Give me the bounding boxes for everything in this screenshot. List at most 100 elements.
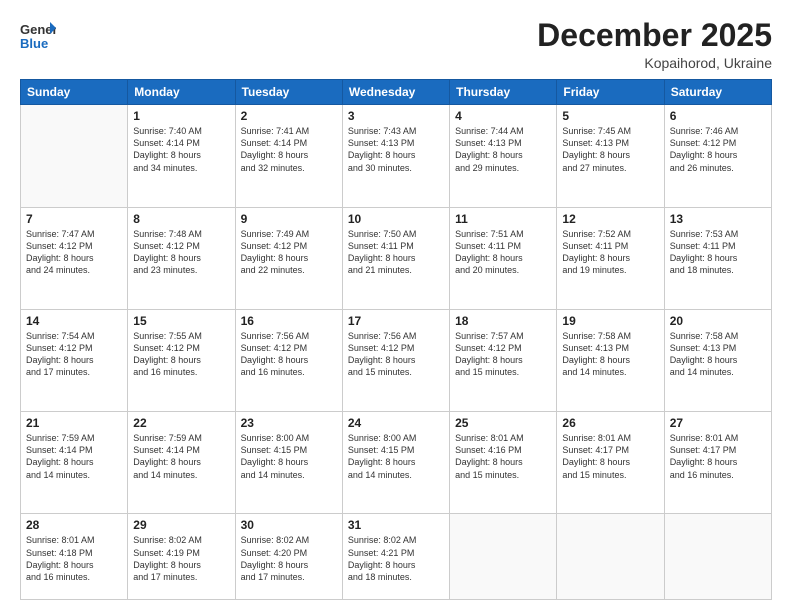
cell-info: Sunrise: 7:52 AM Sunset: 4:11 PM Dayligh… xyxy=(562,228,658,277)
table-row: 28 Sunrise: 8:01 AM Sunset: 4:18 PM Dayli… xyxy=(21,514,128,600)
day-number: 14 xyxy=(26,314,122,328)
cell-info: Sunrise: 8:01 AM Sunset: 4:17 PM Dayligh… xyxy=(562,432,658,481)
table-row: 3 Sunrise: 7:43 AM Sunset: 4:13 PM Daylig… xyxy=(342,105,449,207)
cell-info: Sunrise: 7:50 AM Sunset: 4:11 PM Dayligh… xyxy=(348,228,444,277)
cell-info: Sunrise: 7:45 AM Sunset: 4:13 PM Dayligh… xyxy=(562,125,658,174)
table-row: 18 Sunrise: 7:57 AM Sunset: 4:12 PM Dayli… xyxy=(450,309,557,411)
table-row xyxy=(21,105,128,207)
table-row: 20 Sunrise: 7:58 AM Sunset: 4:13 PM Dayli… xyxy=(664,309,771,411)
table-row: 16 Sunrise: 7:56 AM Sunset: 4:12 PM Dayli… xyxy=(235,309,342,411)
day-number: 24 xyxy=(348,416,444,430)
day-number: 4 xyxy=(455,109,551,123)
day-number: 16 xyxy=(241,314,337,328)
day-number: 8 xyxy=(133,212,229,226)
cell-info: Sunrise: 7:49 AM Sunset: 4:12 PM Dayligh… xyxy=(241,228,337,277)
header-row: Sunday Monday Tuesday Wednesday Thursday… xyxy=(21,80,772,105)
col-monday: Monday xyxy=(128,80,235,105)
cell-info: Sunrise: 7:53 AM Sunset: 4:11 PM Dayligh… xyxy=(670,228,766,277)
page: General Blue December 2025 Kopaihorod, U… xyxy=(0,0,792,612)
table-row: 24 Sunrise: 8:00 AM Sunset: 4:15 PM Dayli… xyxy=(342,412,449,514)
table-row: 5 Sunrise: 7:45 AM Sunset: 4:13 PM Daylig… xyxy=(557,105,664,207)
table-row: 14 Sunrise: 7:54 AM Sunset: 4:12 PM Dayli… xyxy=(21,309,128,411)
day-number: 22 xyxy=(133,416,229,430)
table-row: 31Sunrise: 8:02 AM Sunset: 4:21 PM Dayli… xyxy=(342,514,449,600)
day-number: 6 xyxy=(670,109,766,123)
cell-info: Sunrise: 8:01 AM Sunset: 4:18 PM Dayligh… xyxy=(26,534,122,583)
table-row xyxy=(450,514,557,600)
day-number: 11 xyxy=(455,212,551,226)
col-sunday: Sunday xyxy=(21,80,128,105)
day-number: 27 xyxy=(670,416,766,430)
table-row: 17 Sunrise: 7:56 AM Sunset: 4:12 PM Dayli… xyxy=(342,309,449,411)
table-row: 21Sunrise: 7:59 AM Sunset: 4:14 PM Dayli… xyxy=(21,412,128,514)
table-row: 23Sunrise: 8:00 AM Sunset: 4:15 PM Dayli… xyxy=(235,412,342,514)
table-row: 22 Sunrise: 7:59 AM Sunset: 4:14 PM Dayli… xyxy=(128,412,235,514)
cell-info: Sunrise: 8:00 AM Sunset: 4:15 PM Dayligh… xyxy=(241,432,337,481)
table-row: 15 Sunrise: 7:55 AM Sunset: 4:12 PM Dayli… xyxy=(128,309,235,411)
cell-info: Sunrise: 7:55 AM Sunset: 4:12 PM Dayligh… xyxy=(133,330,229,379)
day-number: 28 xyxy=(26,518,122,532)
cell-info: Sunrise: 8:01 AM Sunset: 4:16 PM Dayligh… xyxy=(455,432,551,481)
table-row: 19 Sunrise: 7:58 AM Sunset: 4:13 PM Dayli… xyxy=(557,309,664,411)
day-number: 5 xyxy=(562,109,658,123)
cell-info: Sunrise: 7:56 AM Sunset: 4:12 PM Dayligh… xyxy=(241,330,337,379)
day-number: 31 xyxy=(348,518,444,532)
logo-icon: General Blue xyxy=(20,18,56,54)
table-row: 13 Sunrise: 7:53 AM Sunset: 4:11 PM Dayli… xyxy=(664,207,771,309)
cell-info: Sunrise: 7:41 AM Sunset: 4:14 PM Dayligh… xyxy=(241,125,337,174)
cell-info: Sunrise: 8:00 AM Sunset: 4:15 PM Dayligh… xyxy=(348,432,444,481)
title-area: December 2025 Kopaihorod, Ukraine xyxy=(537,18,772,71)
cell-info: Sunrise: 7:54 AM Sunset: 4:12 PM Dayligh… xyxy=(26,330,122,379)
day-number: 13 xyxy=(670,212,766,226)
cell-info: Sunrise: 7:48 AM Sunset: 4:12 PM Dayligh… xyxy=(133,228,229,277)
day-number: 18 xyxy=(455,314,551,328)
table-row: 9Sunrise: 7:49 AM Sunset: 4:12 PM Daylig… xyxy=(235,207,342,309)
day-number: 26 xyxy=(562,416,658,430)
table-row: 2 Sunrise: 7:41 AM Sunset: 4:14 PM Daylig… xyxy=(235,105,342,207)
table-row: 30 Sunrise: 8:02 AM Sunset: 4:20 PM Dayli… xyxy=(235,514,342,600)
table-row: 4 Sunrise: 7:44 AM Sunset: 4:13 PM Daylig… xyxy=(450,105,557,207)
cell-info: Sunrise: 7:59 AM Sunset: 4:14 PM Dayligh… xyxy=(26,432,122,481)
cell-info: Sunrise: 7:51 AM Sunset: 4:11 PM Dayligh… xyxy=(455,228,551,277)
col-tuesday: Tuesday xyxy=(235,80,342,105)
table-row: 11 Sunrise: 7:51 AM Sunset: 4:11 PM Dayli… xyxy=(450,207,557,309)
cell-info: Sunrise: 7:43 AM Sunset: 4:13 PM Dayligh… xyxy=(348,125,444,174)
subtitle: Kopaihorod, Ukraine xyxy=(537,55,772,71)
cell-info: Sunrise: 7:58 AM Sunset: 4:13 PM Dayligh… xyxy=(562,330,658,379)
day-number: 20 xyxy=(670,314,766,328)
col-thursday: Thursday xyxy=(450,80,557,105)
day-number: 2 xyxy=(241,109,337,123)
day-number: 30 xyxy=(241,518,337,532)
day-number: 3 xyxy=(348,109,444,123)
table-row: 26 Sunrise: 8:01 AM Sunset: 4:17 PM Dayli… xyxy=(557,412,664,514)
cell-info: Sunrise: 7:58 AM Sunset: 4:13 PM Dayligh… xyxy=(670,330,766,379)
col-friday: Friday xyxy=(557,80,664,105)
day-number: 10 xyxy=(348,212,444,226)
cell-info: Sunrise: 8:02 AM Sunset: 4:20 PM Dayligh… xyxy=(241,534,337,583)
table-row xyxy=(557,514,664,600)
month-title: December 2025 xyxy=(537,18,772,53)
day-number: 1 xyxy=(133,109,229,123)
table-row: 8 Sunrise: 7:48 AM Sunset: 4:12 PM Daylig… xyxy=(128,207,235,309)
table-row: 6Sunrise: 7:46 AM Sunset: 4:12 PM Daylig… xyxy=(664,105,771,207)
cell-info: Sunrise: 8:01 AM Sunset: 4:17 PM Dayligh… xyxy=(670,432,766,481)
table-row: 27 Sunrise: 8:01 AM Sunset: 4:17 PM Dayli… xyxy=(664,412,771,514)
cell-info: Sunrise: 7:56 AM Sunset: 4:12 PM Dayligh… xyxy=(348,330,444,379)
cell-info: Sunrise: 7:44 AM Sunset: 4:13 PM Dayligh… xyxy=(455,125,551,174)
day-number: 19 xyxy=(562,314,658,328)
day-number: 15 xyxy=(133,314,229,328)
table-row: 7 Sunrise: 7:47 AM Sunset: 4:12 PM Daylig… xyxy=(21,207,128,309)
cell-info: Sunrise: 7:57 AM Sunset: 4:12 PM Dayligh… xyxy=(455,330,551,379)
cell-info: Sunrise: 7:59 AM Sunset: 4:14 PM Dayligh… xyxy=(133,432,229,481)
col-saturday: Saturday xyxy=(664,80,771,105)
table-row: 1 Sunrise: 7:40 AM Sunset: 4:14 PM Daylig… xyxy=(128,105,235,207)
table-row: 10 Sunrise: 7:50 AM Sunset: 4:11 PM Dayli… xyxy=(342,207,449,309)
day-number: 29 xyxy=(133,518,229,532)
cell-info: Sunrise: 7:40 AM Sunset: 4:14 PM Dayligh… xyxy=(133,125,229,174)
table-row: 25Sunrise: 8:01 AM Sunset: 4:16 PM Dayli… xyxy=(450,412,557,514)
day-number: 17 xyxy=(348,314,444,328)
table-row: 29Sunrise: 8:02 AM Sunset: 4:19 PM Dayli… xyxy=(128,514,235,600)
cell-info: Sunrise: 7:47 AM Sunset: 4:12 PM Dayligh… xyxy=(26,228,122,277)
header: General Blue December 2025 Kopaihorod, U… xyxy=(20,18,772,71)
day-number: 7 xyxy=(26,212,122,226)
